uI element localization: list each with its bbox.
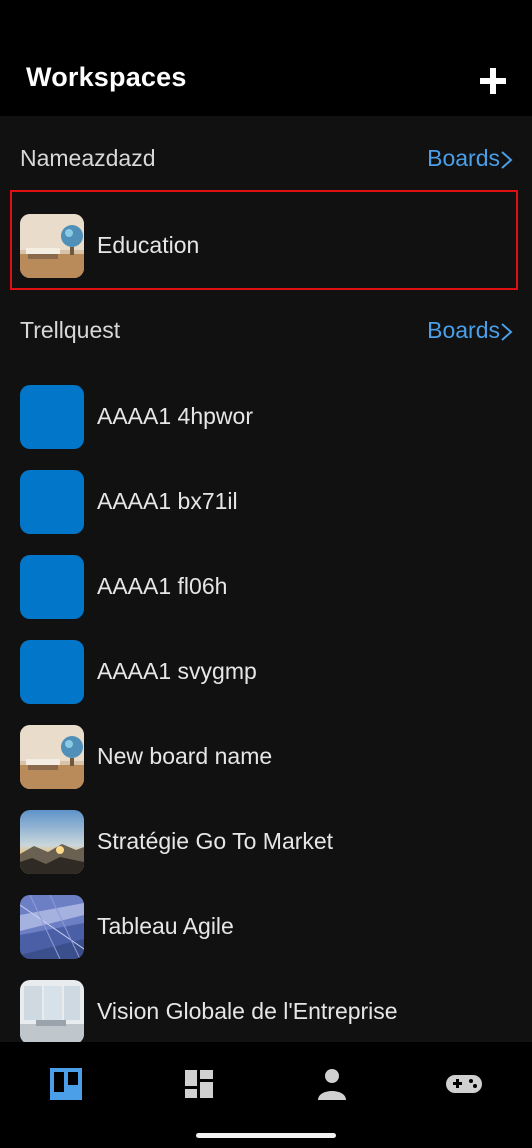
- board-thumbnail: [20, 555, 84, 619]
- board-row[interactable]: Tableau Agile: [0, 885, 532, 970]
- workspace-name: Trellquest: [20, 317, 121, 343]
- workspace-list[interactable]: Nameazdazd Boards Education Trellquest B…: [0, 116, 532, 1042]
- office-image: [20, 980, 84, 1042]
- board-name: Education: [97, 232, 200, 258]
- boards-link[interactable]: Boards: [427, 317, 500, 344]
- board-thumbnail: [20, 385, 84, 449]
- sunset-mountains-image: [20, 810, 84, 874]
- board-name: AAAA1 4hpwor: [97, 403, 253, 429]
- board-name: AAAA1 fl06h: [97, 573, 228, 599]
- board-thumbnail: [20, 810, 84, 874]
- workspace-name: Nameazdazd: [20, 145, 156, 171]
- board-thumbnail: [20, 725, 84, 789]
- app-header: Workspaces: [0, 0, 532, 116]
- board-thumbnail: [20, 895, 84, 959]
- board-row[interactable]: Stratégie Go To Market: [0, 800, 532, 885]
- board-row[interactable]: AAAA1 fl06h: [0, 545, 532, 630]
- page-title: Workspaces: [26, 62, 187, 92]
- add-workspace-button[interactable]: [478, 66, 508, 96]
- board-thumbnail: [20, 980, 84, 1042]
- home-indicator[interactable]: [196, 1133, 336, 1138]
- gamepad-icon: [446, 1075, 482, 1093]
- board-thumbnail: [20, 470, 84, 534]
- dashboard-grid-icon: [185, 1070, 213, 1098]
- board-name: Tableau Agile: [97, 913, 234, 939]
- workspace-header-trellquest: Trellquest Boards: [0, 302, 532, 362]
- board-row[interactable]: New board name: [0, 715, 532, 800]
- board-row[interactable]: AAAA1 4hpwor: [0, 375, 532, 460]
- chevron-right-icon[interactable]: [500, 322, 514, 342]
- board-thumbnail: [20, 214, 84, 278]
- desk-globe-image: [20, 725, 84, 789]
- architecture-image: [20, 895, 84, 959]
- board-thumbnail: [20, 640, 84, 704]
- board-name: AAAA1 svygmp: [97, 658, 257, 684]
- person-icon: [318, 1069, 346, 1100]
- board-row[interactable]: Vision Globale de l'Entreprise: [0, 970, 532, 1042]
- board-row[interactable]: AAAA1 svygmp: [0, 630, 532, 715]
- board-name: Vision Globale de l'Entreprise: [97, 998, 398, 1024]
- board-name: AAAA1 bx71il: [97, 488, 238, 514]
- dashboard-tab[interactable]: [179, 1064, 219, 1104]
- board-row-education[interactable]: Education: [0, 204, 532, 289]
- desk-globe-image: [20, 214, 84, 278]
- board-name: New board name: [97, 743, 273, 769]
- account-tab[interactable]: [312, 1064, 352, 1104]
- game-tab[interactable]: [444, 1064, 484, 1104]
- chevron-right-icon[interactable]: [500, 150, 514, 170]
- workspace-header-nameazdazd: Nameazdazd Boards: [0, 130, 532, 190]
- boards-tab[interactable]: [46, 1064, 86, 1104]
- board-row[interactable]: AAAA1 bx71il: [0, 460, 532, 545]
- workspaces-screen: Workspaces Nameazdazd Boards Education T…: [0, 0, 532, 1148]
- board-name: Stratégie Go To Market: [97, 828, 334, 854]
- boards-link[interactable]: Boards: [427, 145, 500, 172]
